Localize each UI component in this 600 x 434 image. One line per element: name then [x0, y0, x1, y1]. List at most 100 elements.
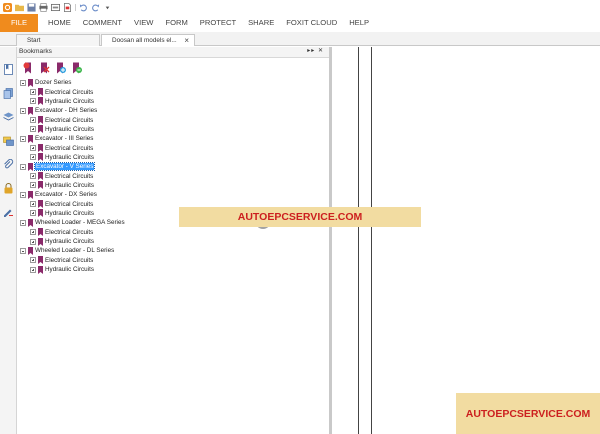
signature-icon[interactable]: [3, 206, 14, 217]
bookmark-label: Hydraulic Circuits: [45, 266, 94, 274]
bookmark-item-electrical-circuits[interactable]: Electrical Circuits: [17, 171, 329, 181]
bookmark-item-dozer-series[interactable]: Dozer Series: [17, 78, 329, 87]
bookmark-label: Hydraulic Circuits: [45, 209, 94, 217]
bookmark-icon: [28, 162, 33, 171]
watermark-banner: AUTOEPCSERVICE.COM: [456, 393, 600, 434]
bookmark-icon: [38, 256, 43, 265]
bookmarks-panel-icon[interactable]: [3, 64, 14, 75]
collapse-toggle[interactable]: [20, 163, 26, 170]
bookmark-icon: [38, 144, 43, 153]
bookmark-item-hydraulic-circuits[interactable]: Hydraulic Circuits: [17, 153, 329, 162]
bookmark-icon: [38, 181, 43, 190]
tab-protect[interactable]: PROTECT: [194, 14, 242, 32]
foxit-logo-icon[interactable]: [3, 2, 12, 12]
bookmarks-panel: Bookmarks ▸▸ ✕ Dozer Series Electrical C…: [17, 47, 329, 434]
tab-home[interactable]: HOME: [42, 14, 77, 32]
bookmark-icon: [38, 200, 43, 209]
bookmark-icon: [38, 172, 43, 181]
collapse-toggle[interactable]: [20, 219, 26, 226]
bookmark-icon: [28, 134, 33, 143]
customize-icon[interactable]: [103, 3, 112, 12]
bookmark-label: Hydraulic Circuits: [45, 181, 94, 189]
expand-toggle[interactable]: [30, 266, 36, 273]
bookmark-icon: [28, 190, 33, 199]
collapse-toggle[interactable]: [20, 107, 26, 114]
expand-toggle[interactable]: [30, 173, 36, 180]
tab-help[interactable]: HELP: [343, 14, 375, 32]
layers-icon[interactable]: [3, 111, 14, 122]
expand-toggle[interactable]: [30, 182, 36, 189]
expand-toggle[interactable]: [30, 126, 36, 133]
page-border-line: [358, 47, 359, 434]
new-bookmark-icon[interactable]: [23, 62, 34, 74]
lock-icon[interactable]: [3, 183, 14, 194]
document-tab-bar: Start Doosan all models el... ×: [0, 32, 600, 46]
doc-tab-doosan[interactable]: Doosan all models el... ×: [101, 34, 195, 46]
tab-file[interactable]: FILE: [0, 14, 38, 32]
save-icon[interactable]: [27, 2, 36, 12]
toolbar-separator: [75, 3, 76, 11]
expand-toggle[interactable]: [30, 89, 36, 96]
delete-bookmark-icon[interactable]: [39, 62, 50, 74]
panel-collapse-close-buttons[interactable]: ▸▸ ✕: [307, 47, 324, 54]
bookmark-item-electrical-circuits[interactable]: Electrical Circuits: [17, 256, 329, 265]
expand-toggle[interactable]: [30, 98, 36, 105]
tab-share[interactable]: SHARE: [242, 14, 280, 32]
bookmark-item-electrical-circuits[interactable]: Electrical Circuits: [17, 228, 329, 237]
expand-bookmark-icon[interactable]: [71, 62, 82, 74]
scan-icon[interactable]: [51, 3, 60, 12]
tab-comment[interactable]: COMMENT: [77, 14, 128, 32]
bookmark-label: Hydraulic Circuits: [45, 125, 94, 133]
page-border-line: [371, 47, 372, 434]
collapse-toggle[interactable]: [20, 79, 26, 86]
open-folder-icon[interactable]: [15, 3, 24, 12]
expand-toggle[interactable]: [30, 238, 36, 245]
bookmark-item-hydraulic-circuits[interactable]: Hydraulic Circuits: [17, 97, 329, 106]
document-view[interactable]: [332, 47, 600, 434]
bookmark-icon: [38, 88, 43, 97]
bookmark-label: Hydraulic Circuits: [45, 238, 94, 246]
bookmark-item-electrical-circuits[interactable]: Electrical Circuits: [17, 87, 329, 97]
comments-icon[interactable]: [3, 136, 14, 147]
pages-icon[interactable]: [3, 88, 14, 99]
doc-tab-start[interactable]: Start: [16, 34, 100, 46]
new-pdf-icon[interactable]: [63, 2, 72, 12]
tab-view[interactable]: VIEW: [128, 14, 159, 32]
bookmark-item-electrical-circuits[interactable]: Electrical Circuits: [17, 115, 329, 125]
collapse-toggle[interactable]: [20, 191, 26, 198]
expand-toggle[interactable]: [30, 154, 36, 161]
tab-foxit-cloud[interactable]: FOXIT CLOUD: [280, 14, 343, 32]
bookmark-item-excavator-dx-series[interactable]: Excavator - DX Series: [17, 190, 329, 199]
collapse-toggle[interactable]: [20, 247, 26, 254]
bookmark-item-wheeled-loader-dl-series[interactable]: Wheeled Loader - DL Series: [17, 246, 329, 255]
expand-toggle[interactable]: [30, 210, 36, 217]
expand-toggle[interactable]: [30, 145, 36, 152]
bookmark-label: Excavator - III Series: [35, 135, 94, 143]
tab-form[interactable]: FORM: [159, 14, 193, 32]
bookmark-icon: [28, 78, 33, 87]
attachments-icon[interactable]: [3, 158, 14, 170]
bookmark-item-excavator-v-series[interactable]: Excavator - V Series: [17, 162, 329, 172]
expand-toggle[interactable]: [30, 229, 36, 236]
panel-title: Bookmarks: [19, 48, 52, 55]
bookmark-icon: [38, 125, 43, 134]
expand-toggle[interactable]: [30, 117, 36, 124]
close-tab-icon[interactable]: ×: [184, 35, 189, 46]
bookmark-item-excavator-iii-series[interactable]: Excavator - III Series: [17, 134, 329, 143]
doc-tab-label: Doosan all models el...: [112, 37, 177, 44]
expand-toggle[interactable]: [30, 257, 36, 264]
bookmark-item-hydraulic-circuits[interactable]: Hydraulic Circuits: [17, 181, 329, 190]
bookmark-item-hydraulic-circuits[interactable]: Hydraulic Circuits: [17, 265, 329, 274]
print-icon[interactable]: [39, 2, 48, 12]
expand-toggle[interactable]: [30, 201, 36, 208]
collapse-toggle[interactable]: [20, 135, 26, 142]
bookmark-icon: [28, 106, 33, 115]
bookmark-label: Wheeled Loader - MEGA Series: [35, 219, 125, 227]
bookmark-item-hydraulic-circuits[interactable]: Hydraulic Circuits: [17, 125, 329, 134]
bookmark-item-hydraulic-circuits[interactable]: Hydraulic Circuits: [17, 237, 329, 246]
bookmark-item-excavator-dh-series[interactable]: Excavator - DH Series: [17, 106, 329, 115]
redo-icon[interactable]: [91, 3, 100, 12]
undo-icon[interactable]: [79, 3, 88, 12]
add-child-bookmark-icon[interactable]: [55, 62, 66, 74]
bookmark-item-electrical-circuits[interactable]: Electrical Circuits: [17, 143, 329, 153]
